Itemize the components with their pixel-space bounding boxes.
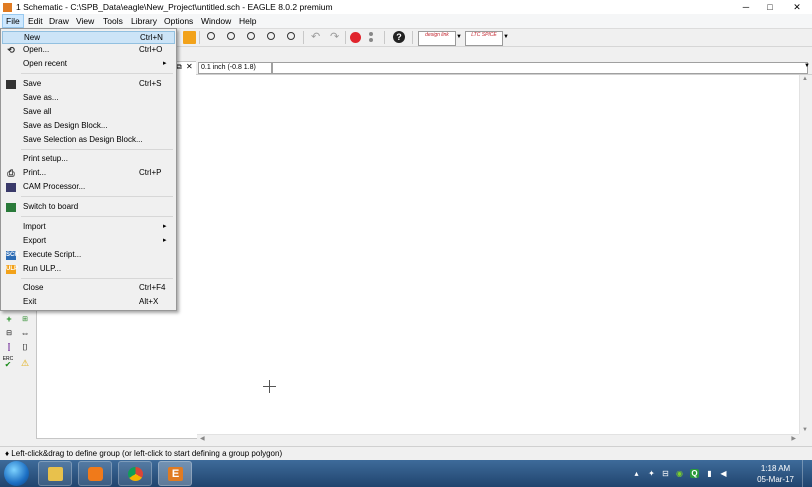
zoom-redraw-icon[interactable] xyxy=(287,32,295,40)
submenu-arrow-icon: ▸ xyxy=(163,223,167,230)
menu-file[interactable]: File xyxy=(2,14,24,28)
menu-item-save-as[interactable]: Save as... xyxy=(2,92,175,105)
open-folder-icon: ⟲ xyxy=(7,45,15,55)
zoom-in-icon[interactable] xyxy=(227,32,235,40)
go-icon[interactable] xyxy=(369,32,374,43)
status-text: ♦ Left-click&drag to define group (or le… xyxy=(5,449,283,458)
menu-tools[interactable]: Tools xyxy=(100,15,126,27)
floppy-disk-icon xyxy=(6,80,16,89)
menu-item-execute-script[interactable]: SCR Execute Script... xyxy=(2,249,175,262)
add-icon[interactable]: + xyxy=(3,314,15,325)
media-player-icon xyxy=(88,467,103,481)
maximize-button[interactable]: □ xyxy=(758,0,782,14)
undo-icon[interactable]: ↶ xyxy=(311,31,324,44)
taskbar-explorer[interactable] xyxy=(38,461,72,486)
zoom-select-icon[interactable] xyxy=(267,32,275,40)
menu-item-close[interactable]: Close Ctrl+F4 xyxy=(2,282,175,295)
pinswap-icon[interactable]: ⊟ xyxy=(3,328,15,339)
menu-item-switch-to-board[interactable]: Switch to board xyxy=(2,201,175,214)
taskbar-media-player[interactable] xyxy=(78,461,112,486)
ulp-icon: ULP xyxy=(6,265,18,274)
menu-edit[interactable]: Edit xyxy=(25,15,46,27)
zoom-fit-icon[interactable] xyxy=(207,32,215,40)
status-bar: ♦ Left-click&drag to define group (or le… xyxy=(0,446,812,461)
menu-options[interactable]: Options xyxy=(161,15,196,27)
command-line-input[interactable] xyxy=(272,62,808,74)
volume-icon[interactable]: ◀ xyxy=(719,469,728,478)
menu-help[interactable]: Help xyxy=(236,15,259,27)
split-icon[interactable]: ⫿ xyxy=(3,342,15,353)
clock-time: 1:18 AM xyxy=(760,464,791,473)
design-link-button[interactable]: design link xyxy=(418,31,456,46)
eagle-icon: E xyxy=(168,467,183,481)
menu-item-save-selection-design-block[interactable]: Save Selection as Design Block... xyxy=(2,134,175,147)
schematic-canvas[interactable] xyxy=(197,75,799,434)
name-icon[interactable]: ⇔ xyxy=(19,328,31,339)
nvidia-icon[interactable]: ◉ xyxy=(675,469,684,478)
taskbar-eagle[interactable]: E xyxy=(158,461,192,486)
clock[interactable]: 1:18 AM 05-Mar-17 xyxy=(757,463,794,485)
menu-item-save[interactable]: Save Ctrl+S xyxy=(2,78,175,91)
menu-window[interactable]: Window xyxy=(198,15,234,27)
help-icon[interactable]: ? xyxy=(393,31,405,43)
network-icon[interactable]: ⊟ xyxy=(661,469,670,478)
file-menu-dropdown: New Ctrl+N ⟲ Open... Ctrl+O Open recent … xyxy=(0,28,177,311)
vertical-scrollbar[interactable]: ▲ ▼ xyxy=(799,75,812,434)
coordinate-readout: 0.1 inch (-0.8 1.8) xyxy=(198,62,272,74)
menu-bar: File Edit Draw View Tools Library Option… xyxy=(0,14,812,29)
command-bar: 0.1 inch (-0.8 1.8) ▼ xyxy=(196,61,812,75)
stop-icon[interactable] xyxy=(350,32,361,43)
chevron-down-icon[interactable]: ▼ xyxy=(804,63,810,69)
menu-item-run-ulp[interactable]: ULP Run ULP... xyxy=(2,263,175,276)
signal-icon[interactable]: ▮ xyxy=(705,469,714,478)
menu-item-cam-processor[interactable]: CAM Processor... xyxy=(2,181,175,194)
clock-date: 05-Mar-17 xyxy=(757,475,794,484)
menu-item-open[interactable]: ⟲ Open... Ctrl+O xyxy=(2,44,175,57)
menu-item-print[interactable]: ⎙ Print... Ctrl+P xyxy=(2,167,175,180)
taskbar: E ▴ ✦ ⊟ ◉ Q ▮ ◀ 1:18 AM 05-Mar-17 xyxy=(0,460,812,487)
menu-item-save-all[interactable]: Save all xyxy=(2,106,175,119)
menu-draw[interactable]: Draw xyxy=(46,15,72,27)
board-icon xyxy=(6,203,16,212)
printer-icon: ⎙ xyxy=(7,168,15,178)
value-icon[interactable]: ⊞ xyxy=(19,314,31,325)
gate-swap-icon[interactable]: ⌷ xyxy=(19,342,31,353)
menu-item-new[interactable]: New Ctrl+N xyxy=(2,31,175,44)
cam-processor-icon xyxy=(6,183,16,192)
quicken-icon[interactable]: Q xyxy=(690,469,699,478)
warning-icon[interactable]: ⚠ xyxy=(19,358,31,369)
tray-up-arrow-icon[interactable]: ▴ xyxy=(632,469,641,478)
menu-item-open-recent[interactable]: Open recent ▸ xyxy=(2,58,175,71)
menu-item-import[interactable]: Import ▸ xyxy=(2,221,175,234)
show-desktop-button[interactable] xyxy=(802,460,812,487)
erc-icon[interactable]: ERC ✔ xyxy=(2,356,14,369)
menu-view[interactable]: View xyxy=(73,15,97,27)
ltspice-button[interactable]: LTC SPICE xyxy=(465,31,503,46)
menu-item-exit[interactable]: Exit Alt+X xyxy=(2,296,175,309)
menu-library[interactable]: Library xyxy=(128,15,160,27)
start-button[interactable] xyxy=(4,461,29,486)
chrome-icon xyxy=(128,467,143,481)
zoom-fit-icon[interactable] xyxy=(183,31,196,44)
submenu-arrow-icon: ▸ xyxy=(163,60,167,67)
menu-item-save-design-block[interactable]: Save as Design Block... xyxy=(2,120,175,133)
zoom-out-icon[interactable] xyxy=(247,32,255,40)
chevron-down-icon[interactable]: ▼ xyxy=(503,31,516,44)
script-icon: SCR xyxy=(6,251,19,260)
explorer-icon xyxy=(48,467,63,481)
redo-icon[interactable]: ↷ xyxy=(330,31,343,44)
submenu-arrow-icon: ▸ xyxy=(163,237,167,244)
title-bar: 1 Schematic - C:\SPB_Data\eagle\New_Proj… xyxy=(0,0,812,15)
panel-close-icon[interactable]: ✕ xyxy=(186,62,193,71)
window-title: 1 Schematic - C:\SPB_Data\eagle\New_Proj… xyxy=(16,2,333,12)
crosshair-cursor xyxy=(269,380,270,393)
menu-item-print-setup[interactable]: Print setup... xyxy=(2,153,175,166)
minimize-button[interactable]: ─ xyxy=(734,0,758,14)
eagle-app-icon xyxy=(3,3,12,12)
close-button[interactable]: ✕ xyxy=(782,0,812,14)
taskbar-chrome[interactable] xyxy=(118,461,152,486)
horizontal-scrollbar[interactable]: ◀ ▶ xyxy=(197,434,799,445)
dropbox-icon[interactable]: ✦ xyxy=(647,469,656,478)
menu-item-export[interactable]: Export ▸ xyxy=(2,235,175,248)
